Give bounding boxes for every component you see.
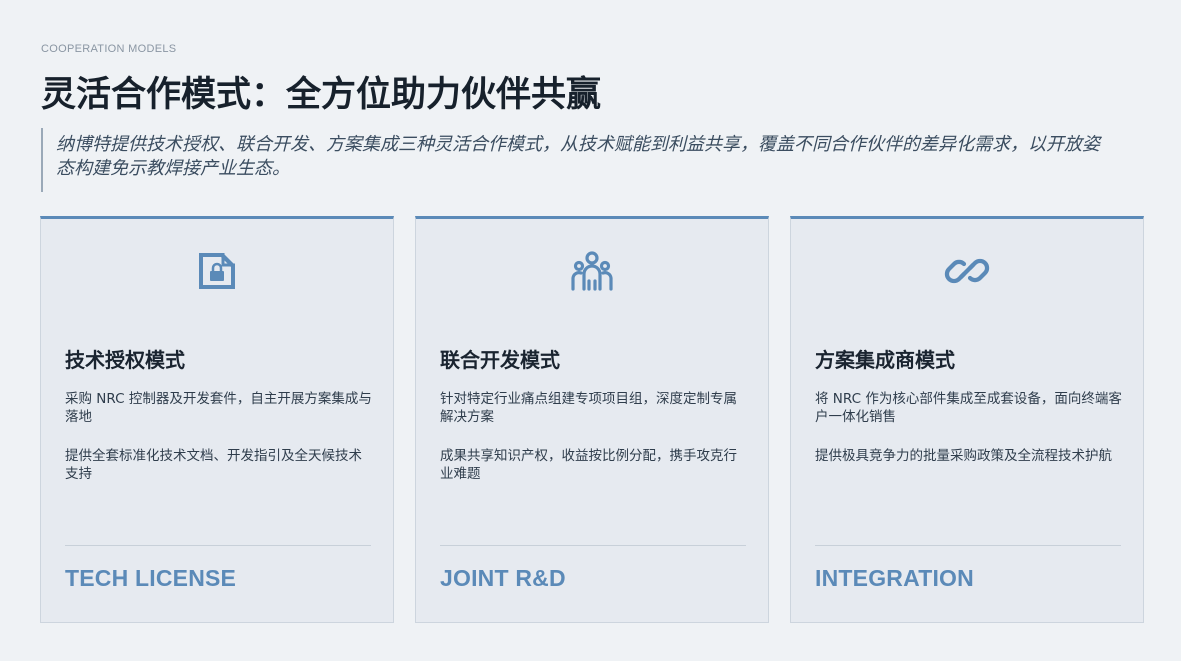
- link-icon: [791, 247, 1143, 295]
- page-title: 灵活合作模式：全方位助力伙伴共赢: [41, 74, 602, 115]
- card-title: 联合开发模式: [440, 348, 560, 372]
- card-tech-license: 技术授权模式 采购 NRC 控制器及开发套件，自主开展方案集成与落地 提供全套标…: [40, 216, 394, 623]
- team-icon: [416, 247, 768, 295]
- card-description-2: 成果共享知识产权，收益按比例分配，携手攻克行业难题: [440, 448, 737, 482]
- card-title: 方案集成商模式: [815, 348, 955, 372]
- card-tag: INTEGRATION: [815, 565, 974, 591]
- divider: [815, 545, 1121, 546]
- card-description-2: 提供极具竞争力的批量采购政策及全流程技术护航: [815, 448, 1112, 464]
- intro-quote: 纳博特提供技术授权、联合开发、方案集成三种灵活合作模式，从技术赋能到利益共享，覆…: [41, 128, 1101, 192]
- eyebrow-label: COOPERATION MODELS: [41, 43, 177, 55]
- card-tag: JOINT R&D: [440, 565, 566, 591]
- divider: [65, 545, 371, 546]
- card-description-1: 采购 NRC 控制器及开发套件，自主开展方案集成与落地: [65, 391, 372, 425]
- license-document-icon: [41, 247, 393, 295]
- card-integration: 方案集成商模式 将 NRC 作为核心部件集成至成套设备，面向终端客户一体化销售 …: [790, 216, 1144, 623]
- divider: [440, 545, 746, 546]
- card-description-2: 提供全套标准化技术文档、开发指引及全天候技术支持: [65, 448, 362, 482]
- card-title: 技术授权模式: [65, 348, 185, 372]
- card-description-1: 将 NRC 作为核心部件集成至成套设备，面向终端客户一体化销售: [815, 391, 1122, 425]
- card-joint-rd: 联合开发模式 针对特定行业痛点组建专项项目组，深度定制专属解决方案 成果共享知识…: [415, 216, 769, 623]
- card-description-1: 针对特定行业痛点组建专项项目组，深度定制专属解决方案: [440, 391, 737, 425]
- card-tag: TECH LICENSE: [65, 565, 237, 591]
